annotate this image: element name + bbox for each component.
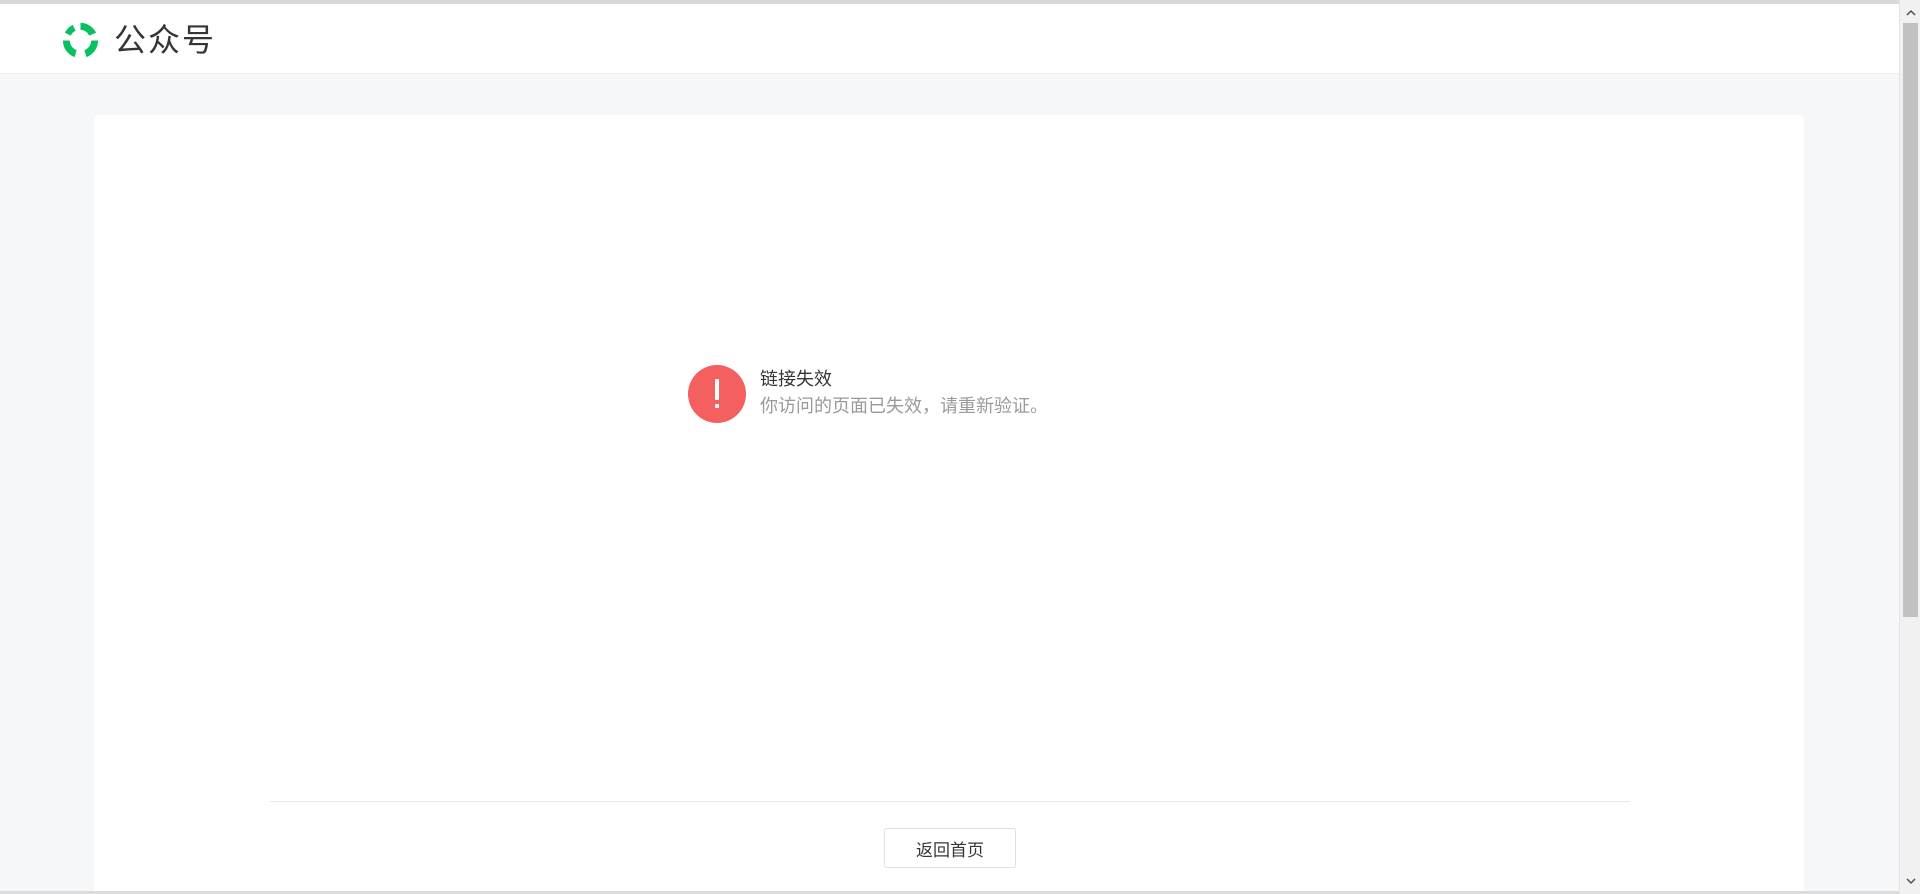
brand-name: 公众号: [114, 21, 217, 59]
chevron-up-icon[interactable]: [1900, 4, 1920, 21]
top-header: 公众号: [0, 4, 1899, 74]
exclamation-circle-icon: [688, 365, 746, 423]
error-message: 链接失效 你访问的页面已失效，请重新验证。: [688, 365, 1048, 423]
wechat-official-account-logo-icon: [62, 22, 99, 57]
brand[interactable]: 公众号: [59, 18, 216, 62]
chevron-down-icon[interactable]: [1900, 873, 1920, 890]
scrollbar-thumb[interactable]: [1903, 23, 1918, 617]
footer-divider: [270, 801, 1630, 802]
main-card: 链接失效 你访问的页面已失效，请重新验证。 返回首页: [94, 115, 1804, 894]
vertical-scrollbar[interactable]: [1899, 0, 1920, 894]
error-message-text: 链接失效 你访问的页面已失效，请重新验证。: [760, 367, 1048, 421]
error-description: 你访问的页面已失效，请重新验证。: [760, 396, 1048, 417]
error-title: 链接失效: [760, 369, 832, 390]
back-to-home-button[interactable]: 返回首页: [884, 828, 1016, 868]
